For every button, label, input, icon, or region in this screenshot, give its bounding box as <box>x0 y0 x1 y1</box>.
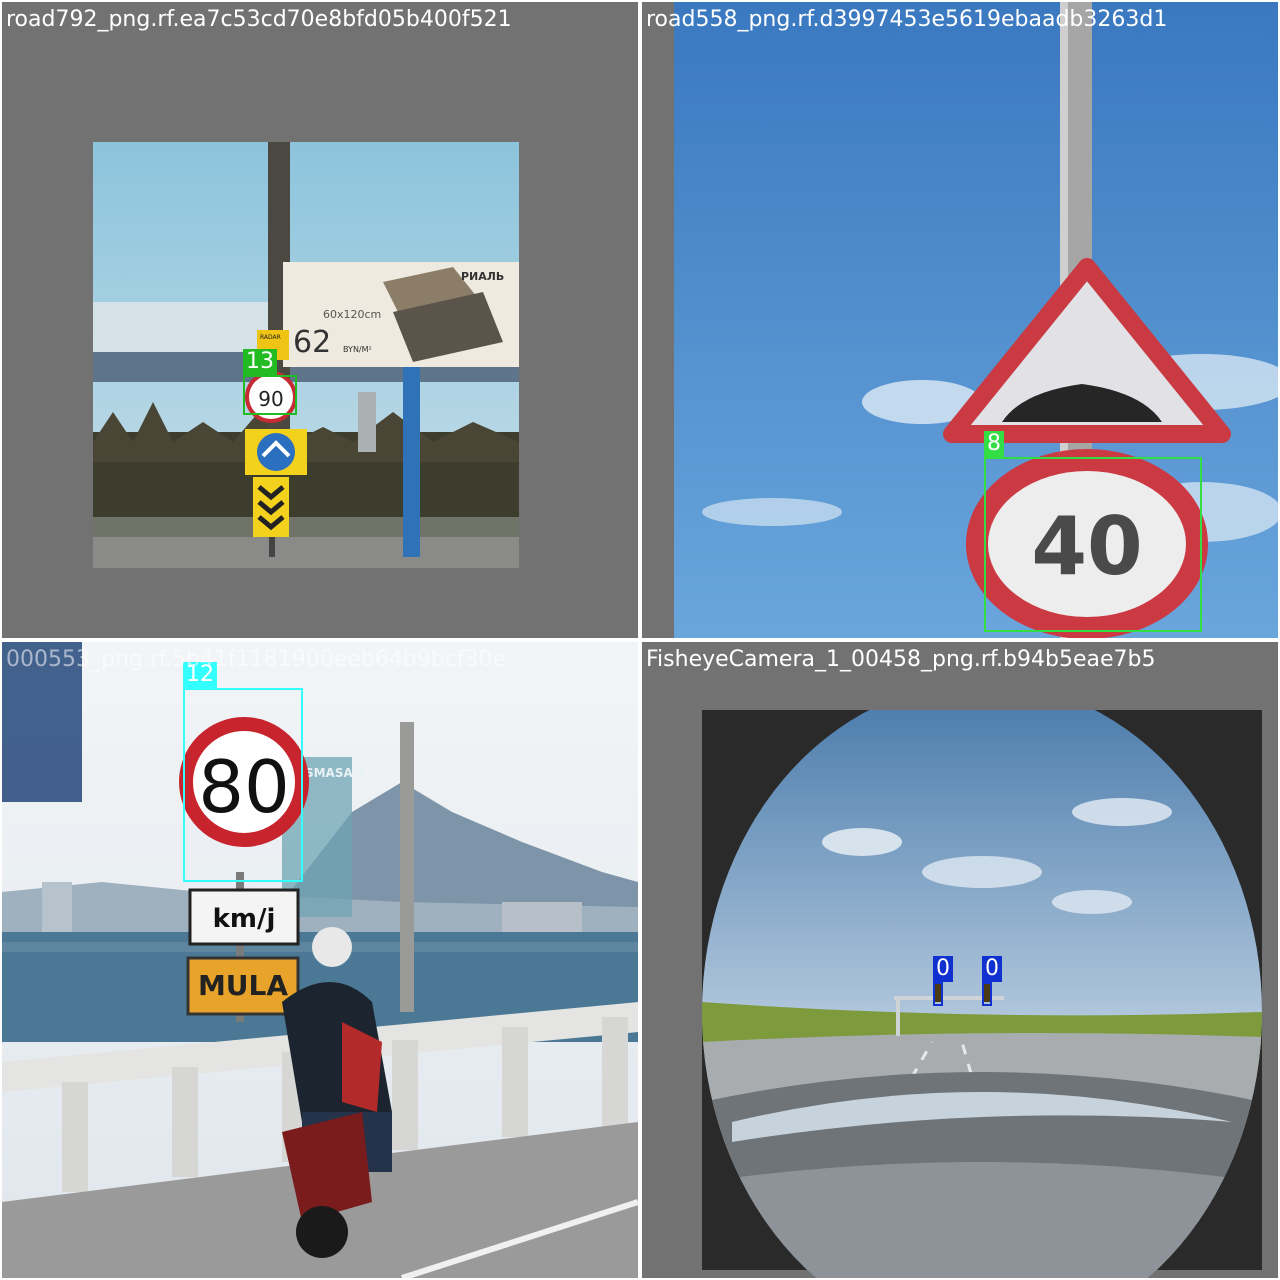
tile-fisheye-camera: FisheyeCamera_1_00458_png.rf.b94b5eae7b5… <box>642 642 1278 1278</box>
tile-filename-caption: FisheyeCamera_1_00458_png.rf.b94b5eae7b5 <box>646 647 1156 672</box>
unit-plate-text: km/j <box>213 904 276 934</box>
detection-mosaic: 60x120cm 62 BYN/M² РИАЛЬ RADAR 90 road79… <box>0 0 1280 1280</box>
tile-filename-caption: 000553_png.rf.5b41f1181900eeb64b9bcf30e <box>6 647 507 672</box>
radar-sign-text: RADAR <box>260 334 281 341</box>
road792-scene-image: 60x120cm 62 BYN/M² РИАЛЬ RADAR 90 <box>93 142 519 568</box>
billboard-size-text: 60x120cm <box>323 308 381 321</box>
billboard-unit-text: BYN/M² <box>343 345 372 354</box>
tile-000553: KOSMASAN 80 km/j MULA 000553_png.rf.5b41… <box>2 642 638 1278</box>
detection-label-0-right: 0 <box>982 956 1002 982</box>
detection-box-class-13: 13 <box>243 349 297 415</box>
billboard-number-text: 62 <box>293 325 331 360</box>
detection-box-class-0-left: 0 <box>933 956 953 1006</box>
detection-label-13: 13 <box>243 349 277 375</box>
detection-box-class-12: 12 <box>183 662 303 882</box>
detection-box-class-8: 8 <box>984 431 1202 632</box>
billboard-brand-text: РИАЛЬ <box>461 270 504 283</box>
000553-scene-image: KOSMASAN 80 km/j MULA <box>2 642 638 1278</box>
fisheye-scene-image <box>702 710 1262 1278</box>
tile-filename-caption: road792_png.rf.ea7c53cd70e8bfd05b400f521 <box>6 7 512 32</box>
detection-label-0-left: 0 <box>933 956 953 982</box>
tile-road792: 60x120cm 62 BYN/M² РИАЛЬ RADAR 90 road79… <box>2 2 638 638</box>
detection-box-class-0-right: 0 <box>982 956 1002 1006</box>
place-plate-text: MULA <box>198 969 288 1002</box>
detection-label-8: 8 <box>984 431 1004 457</box>
tile-filename-caption: road558_png.rf.d3997453e5619ebaadb3263d1 <box>646 7 1168 32</box>
tile-road558: 40 road558_png.rf.d3997453e5619ebaadb326… <box>642 2 1278 638</box>
